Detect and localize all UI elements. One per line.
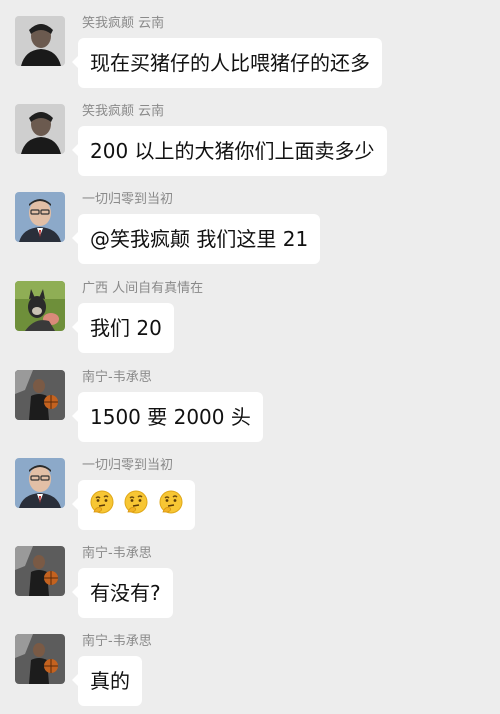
- sender-name: 一切归零到当初: [82, 192, 174, 207]
- chat-message-list[interactable]: 笑我疯颠 云南 现在买猪仔的人比喂猪仔的还多 笑我疯颠 云南 200 以上的大猪…: [0, 0, 500, 714]
- chat-message: 笑我疯颠 云南 现在买猪仔的人比喂猪仔的还多: [0, 16, 500, 96]
- thinking-face-icon: [159, 482, 183, 532]
- message-text: 现在买猪仔的人比喂猪仔的还多: [90, 51, 370, 75]
- avatar-man-dark[interactable]: [15, 104, 65, 154]
- chat-message: 一切归零到当初: [0, 458, 500, 538]
- message-text: 真的: [90, 669, 130, 693]
- avatar-man-ball[interactable]: [15, 634, 65, 684]
- chat-message: 南宁-韦承思 有没有?: [0, 546, 500, 626]
- message-bubble[interactable]: 有没有?: [72, 568, 173, 618]
- message-bubble[interactable]: 1500 要 2000 头: [72, 392, 263, 442]
- message-bubble[interactable]: 200 以上的大猪你们上面卖多少: [72, 126, 387, 176]
- chat-message: 一切归零到当初 @笑我疯颠 我们这里 21: [0, 192, 500, 272]
- sender-name: 一切归零到当初: [82, 458, 174, 473]
- thinking-face-icon: [124, 482, 148, 532]
- chat-message: 笑我疯颠 云南 200 以上的大猪你们上面卖多少: [0, 104, 500, 184]
- avatar-man-dark[interactable]: [15, 16, 65, 66]
- emoji-row: [90, 481, 183, 533]
- message-bubble[interactable]: @笑我疯颠 我们这里 21: [71, 214, 321, 264]
- chat-message: 广西 人间自有真情在 我们 20: [0, 281, 500, 361]
- message-bubble[interactable]: 真的: [72, 656, 142, 706]
- sender-name: 南宁-韦承思: [82, 546, 152, 561]
- sender-name: 南宁-韦承思: [82, 634, 152, 649]
- sender-name: 笑我疯颠 云南: [82, 104, 165, 119]
- message-text: @笑我疯颠 我们这里 21: [90, 227, 309, 251]
- message-text: 1500 要 2000 头: [90, 405, 251, 429]
- chat-message: 南宁-韦承思 真的: [0, 634, 500, 714]
- sender-name: 广西 人间自有真情在: [82, 281, 204, 296]
- sender-name: 笑我疯颠 云南: [82, 16, 165, 31]
- chat-message: 南宁-韦承思 1500 要 2000 头: [0, 370, 500, 450]
- message-text: 200 以上的大猪你们上面卖多少: [90, 139, 375, 163]
- thinking-face-icon: [90, 482, 114, 532]
- avatar-man-ball[interactable]: [15, 370, 65, 420]
- avatar-dog[interactable]: [15, 281, 65, 331]
- sender-name: 南宁-韦承思: [82, 370, 152, 385]
- message-text: 有没有?: [90, 581, 161, 605]
- message-bubble[interactable]: [72, 480, 195, 533]
- message-bubble[interactable]: 现在买猪仔的人比喂猪仔的还多: [72, 38, 382, 88]
- message-text: 我们 20: [90, 316, 162, 340]
- avatar-man-ball[interactable]: [15, 546, 65, 596]
- avatar-man-glasses[interactable]: [15, 458, 65, 508]
- avatar-man-glasses[interactable]: [15, 192, 65, 242]
- message-bubble[interactable]: 我们 20: [72, 303, 174, 353]
